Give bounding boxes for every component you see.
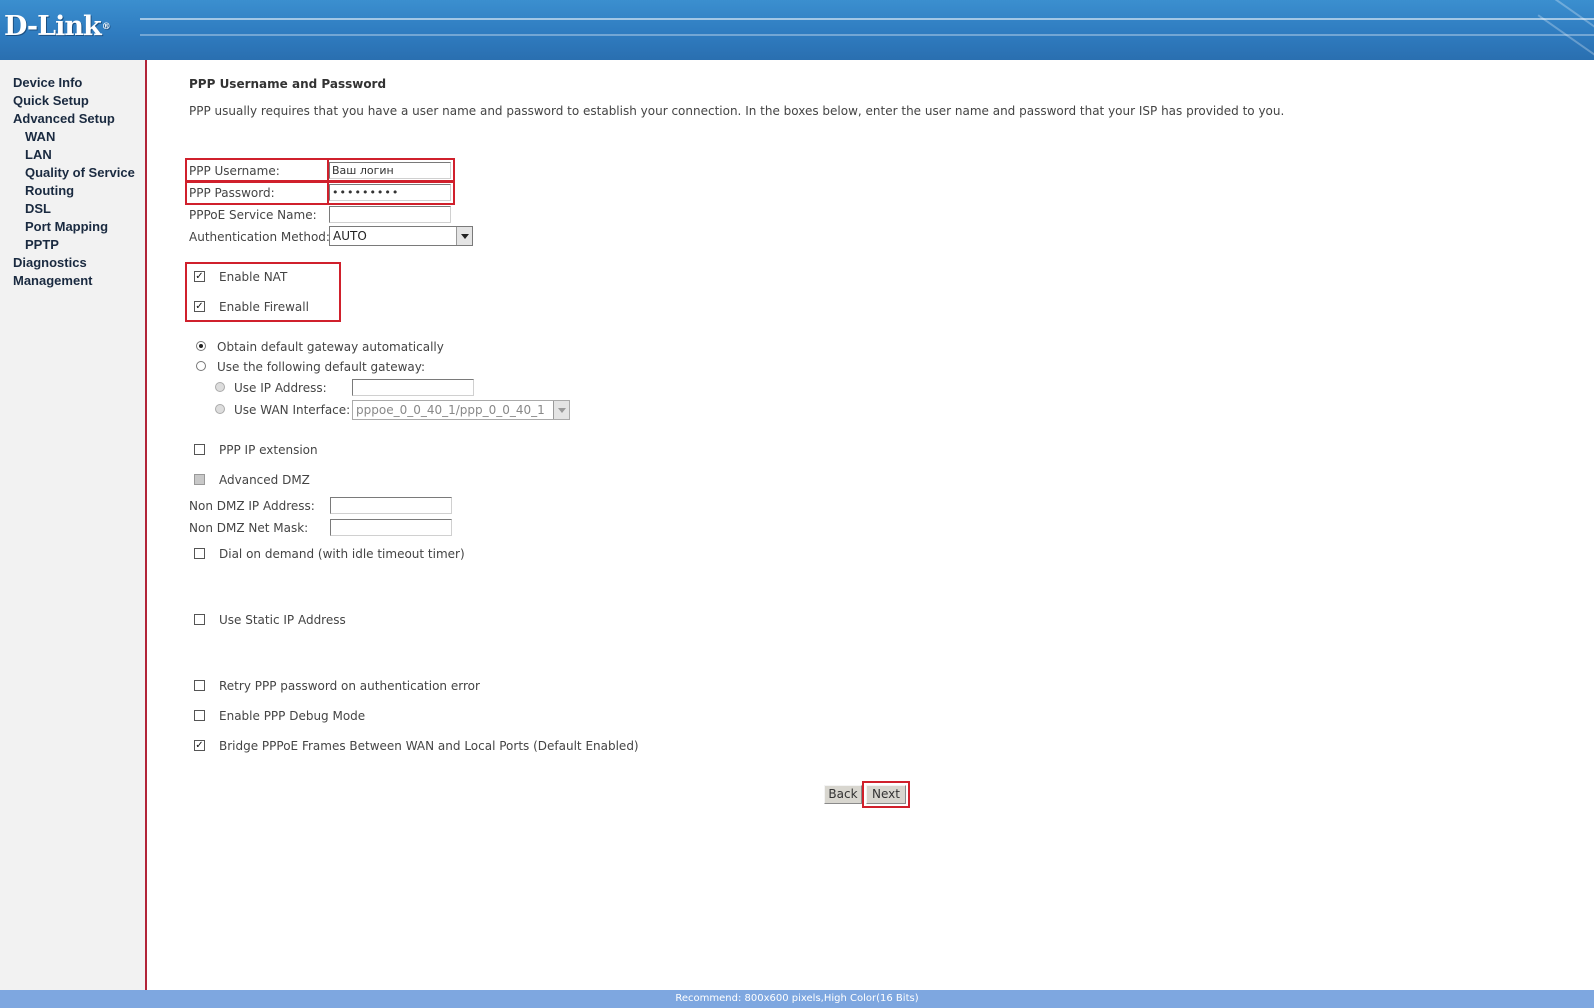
dial-on-demand-label: Dial on demand (with idle timeout timer) xyxy=(219,547,465,561)
bridge-pppoe-checkbox[interactable]: ✓ xyxy=(194,740,205,751)
sidebar-item-routing[interactable]: Routing xyxy=(25,183,74,199)
auth-method-value: AUTO xyxy=(333,229,367,243)
non-dmz-mask-input[interactable] xyxy=(330,519,452,536)
ppp-debug-checkbox[interactable] xyxy=(194,710,205,721)
ppp-debug-label: Enable PPP Debug Mode xyxy=(219,709,366,723)
sidebar-item-port-mapping[interactable]: Port Mapping xyxy=(25,219,108,235)
bridge-pppoe-label: Bridge PPPoE Frames Between WAN and Loca… xyxy=(219,739,639,753)
enable-firewall-label: Enable Firewall xyxy=(219,300,309,314)
pppoe-service-name-label: PPPoE Service Name: xyxy=(189,208,317,222)
sidebar-item-pptp[interactable]: PPTP xyxy=(25,237,59,253)
use-ip-address-radio[interactable] xyxy=(215,382,225,392)
ppp-username-label: PPP Username: xyxy=(189,164,280,178)
page-description: PPP usually requires that you have a use… xyxy=(189,104,1285,118)
use-wan-interface-select[interactable]: pppoe_0_0_40_1/ppp_0_0_40_1 xyxy=(352,400,570,420)
retry-ppp-checkbox[interactable] xyxy=(194,680,205,691)
footer-recommendation: Recommend: 800x600 pixels,High Color(16 … xyxy=(0,990,1594,1008)
sidebar-item-device-info[interactable]: Device Info xyxy=(13,75,82,91)
sidebar: Device Info Quick Setup Advanced Setup W… xyxy=(0,60,147,998)
non-dmz-ip-label: Non DMZ IP Address: xyxy=(189,499,315,513)
non-dmz-ip-input[interactable] xyxy=(330,497,452,514)
use-wan-interface-value: pppoe_0_0_40_1/ppp_0_0_40_1 xyxy=(356,403,545,417)
use-following-gateway-label: Use the following default gateway: xyxy=(217,360,426,374)
obtain-gateway-auto-label: Obtain default gateway automatically xyxy=(217,340,444,354)
dlink-logo: D-Link® xyxy=(4,11,111,42)
ppp-ip-extension-checkbox[interactable] xyxy=(194,444,205,455)
advanced-dmz-label: Advanced DMZ xyxy=(219,473,310,487)
sidebar-item-advanced-setup[interactable]: Advanced Setup xyxy=(13,111,115,127)
ppp-username-input[interactable]: Ваш логин xyxy=(329,162,451,179)
sidebar-item-qos[interactable]: Quality of Service xyxy=(25,165,135,181)
pppoe-service-name-input[interactable] xyxy=(329,206,451,223)
use-following-gateway-radio[interactable] xyxy=(196,361,206,371)
ppp-password-input[interactable]: ••••••••• xyxy=(329,184,451,201)
enable-firewall-checkbox[interactable]: ✓ xyxy=(194,301,205,312)
back-button[interactable]: Back xyxy=(824,785,862,804)
enable-nat-checkbox[interactable]: ✓ xyxy=(194,271,205,282)
ppp-ip-extension-label: PPP IP extension xyxy=(219,443,318,457)
header-banner: D-Link® xyxy=(0,0,1594,60)
sidebar-item-lan[interactable]: LAN xyxy=(25,147,52,163)
ppp-password-label: PPP Password: xyxy=(189,186,275,200)
use-wan-interface-label: Use WAN Interface: xyxy=(234,403,351,417)
next-button[interactable]: Next xyxy=(866,785,906,804)
dial-on-demand-checkbox[interactable] xyxy=(194,548,205,559)
use-ip-address-input[interactable] xyxy=(352,379,474,396)
sidebar-item-wan[interactable]: WAN xyxy=(25,129,55,145)
page-title: PPP Username and Password xyxy=(189,77,387,91)
use-static-ip-label: Use Static IP Address xyxy=(219,613,346,627)
use-ip-address-label: Use IP Address: xyxy=(234,381,327,395)
auth-method-label: Authentication Method: xyxy=(189,230,330,244)
use-static-ip-checkbox[interactable] xyxy=(194,614,205,625)
advanced-dmz-checkbox[interactable] xyxy=(194,474,205,485)
sidebar-item-dsl[interactable]: DSL xyxy=(25,201,51,217)
obtain-gateway-auto-radio[interactable] xyxy=(196,341,206,351)
use-wan-interface-radio[interactable] xyxy=(215,404,225,414)
retry-ppp-label: Retry PPP password on authentication err… xyxy=(219,679,480,693)
chevron-down-icon xyxy=(456,227,472,245)
non-dmz-mask-label: Non DMZ Net Mask: xyxy=(189,521,309,535)
sidebar-item-quick-setup[interactable]: Quick Setup xyxy=(13,93,89,109)
sidebar-item-diagnostics[interactable]: Diagnostics xyxy=(13,255,87,271)
chevron-down-icon xyxy=(553,401,569,419)
enable-nat-label: Enable NAT xyxy=(219,270,288,284)
sidebar-item-management[interactable]: Management xyxy=(13,273,92,289)
auth-method-select[interactable]: AUTO xyxy=(329,226,473,246)
